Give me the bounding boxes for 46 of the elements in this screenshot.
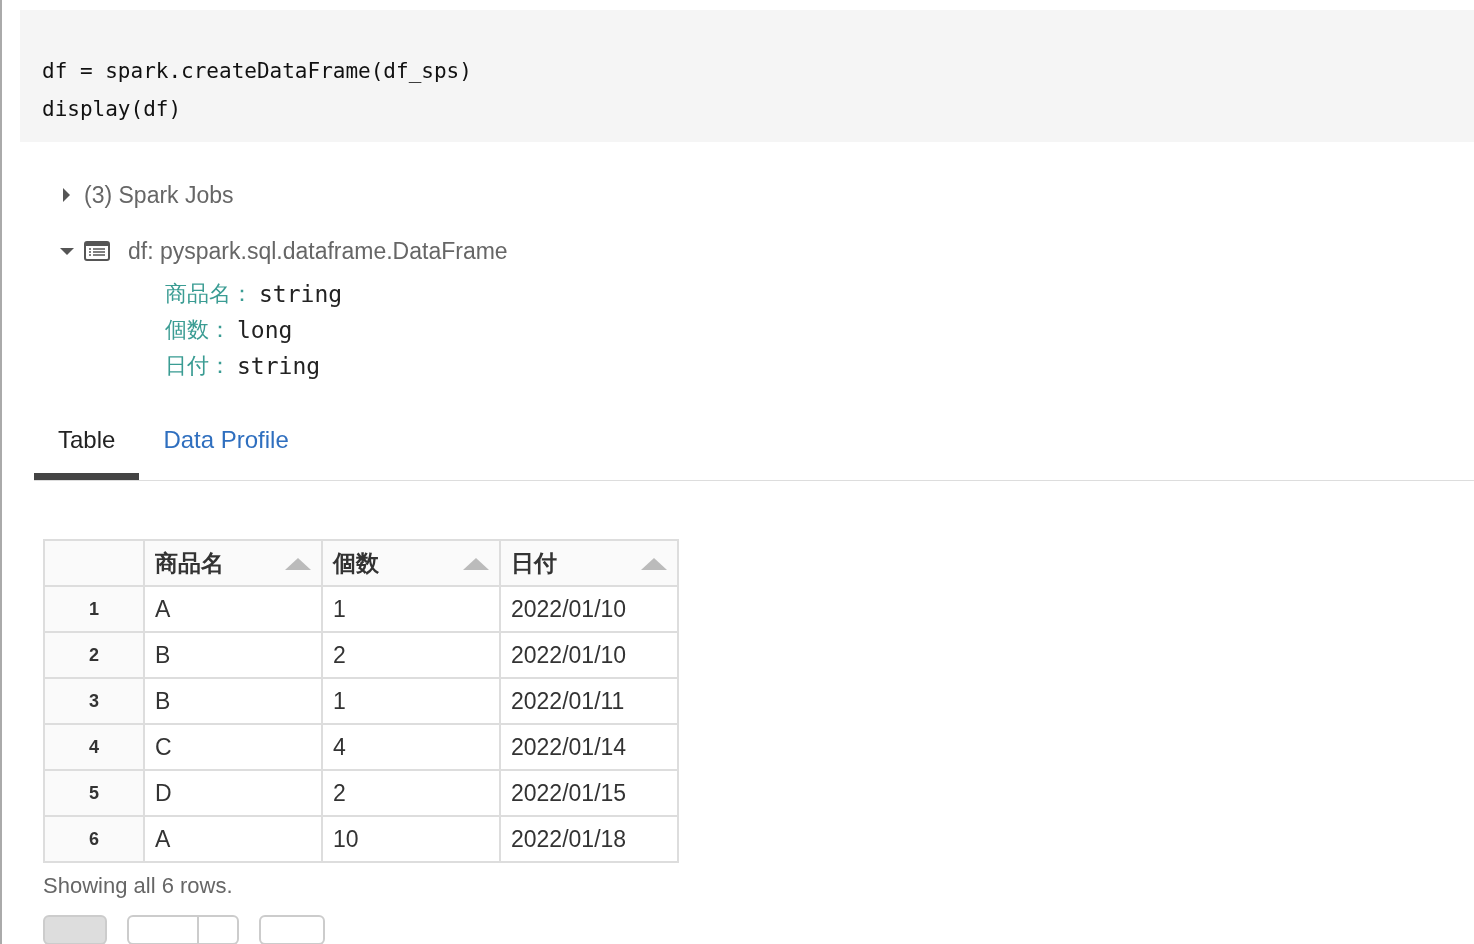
table-cell: 2022/01/15 <box>500 770 678 816</box>
field-type: string <box>237 353 321 379</box>
column-header[interactable]: 個数 <box>333 547 379 579</box>
row-number: 5 <box>44 770 144 816</box>
table-cell: 2022/01/18 <box>500 816 678 862</box>
table-cell: 2022/01/10 <box>500 632 678 678</box>
table-cell: 10 <box>322 816 500 862</box>
code-line: display(df) <box>42 96 183 123</box>
toolbar-button[interactable] <box>43 915 107 944</box>
table-cell: 1 <box>322 586 500 632</box>
column-header[interactable]: 日付 <box>511 547 557 579</box>
code-line: df = spark.createDataFrame(df_sps) <box>42 58 473 85</box>
row-number: 4 <box>44 724 144 770</box>
table-cell: 1 <box>322 678 500 724</box>
row-number: 6 <box>44 816 144 862</box>
row-number: 3 <box>44 678 144 724</box>
table-cell: 4 <box>322 724 500 770</box>
table-cell: A <box>144 816 322 862</box>
table-cell: D <box>144 770 322 816</box>
field-name: 個数： <box>165 316 231 344</box>
table-cell: A <box>144 586 322 632</box>
row-number: 1 <box>44 586 144 632</box>
row-number: 2 <box>44 632 144 678</box>
output-label[interactable]: (3) Spark Jobs <box>84 181 234 209</box>
field-type: string <box>259 281 343 307</box>
table-cell: B <box>144 632 322 678</box>
table-cell: B <box>144 678 322 724</box>
table-icon <box>84 241 110 261</box>
split-button[interactable] <box>127 915 239 944</box>
table-cell: C <box>144 724 322 770</box>
sort-icon[interactable] <box>285 556 311 570</box>
tab[interactable]: Table <box>34 406 140 480</box>
table-cell: 2022/01/11 <box>500 678 678 724</box>
table-cell: 2 <box>322 770 500 816</box>
table-cell: 2022/01/10 <box>500 586 678 632</box>
toolbar-button[interactable] <box>259 915 325 944</box>
row-count: Showing all 6 rows. <box>43 873 234 899</box>
table-cell: 2022/01/14 <box>500 724 678 770</box>
field-name: 商品名： <box>165 280 253 308</box>
field-type: long <box>237 317 293 343</box>
table-cell: 2 <box>322 632 500 678</box>
sort-icon[interactable] <box>641 556 667 570</box>
tab[interactable]: Data Profile <box>139 406 313 480</box>
sort-icon[interactable] <box>463 556 489 570</box>
output-label[interactable]: df: pyspark.sql.dataframe.DataFrame <box>128 237 508 265</box>
field-name: 日付： <box>165 352 231 380</box>
